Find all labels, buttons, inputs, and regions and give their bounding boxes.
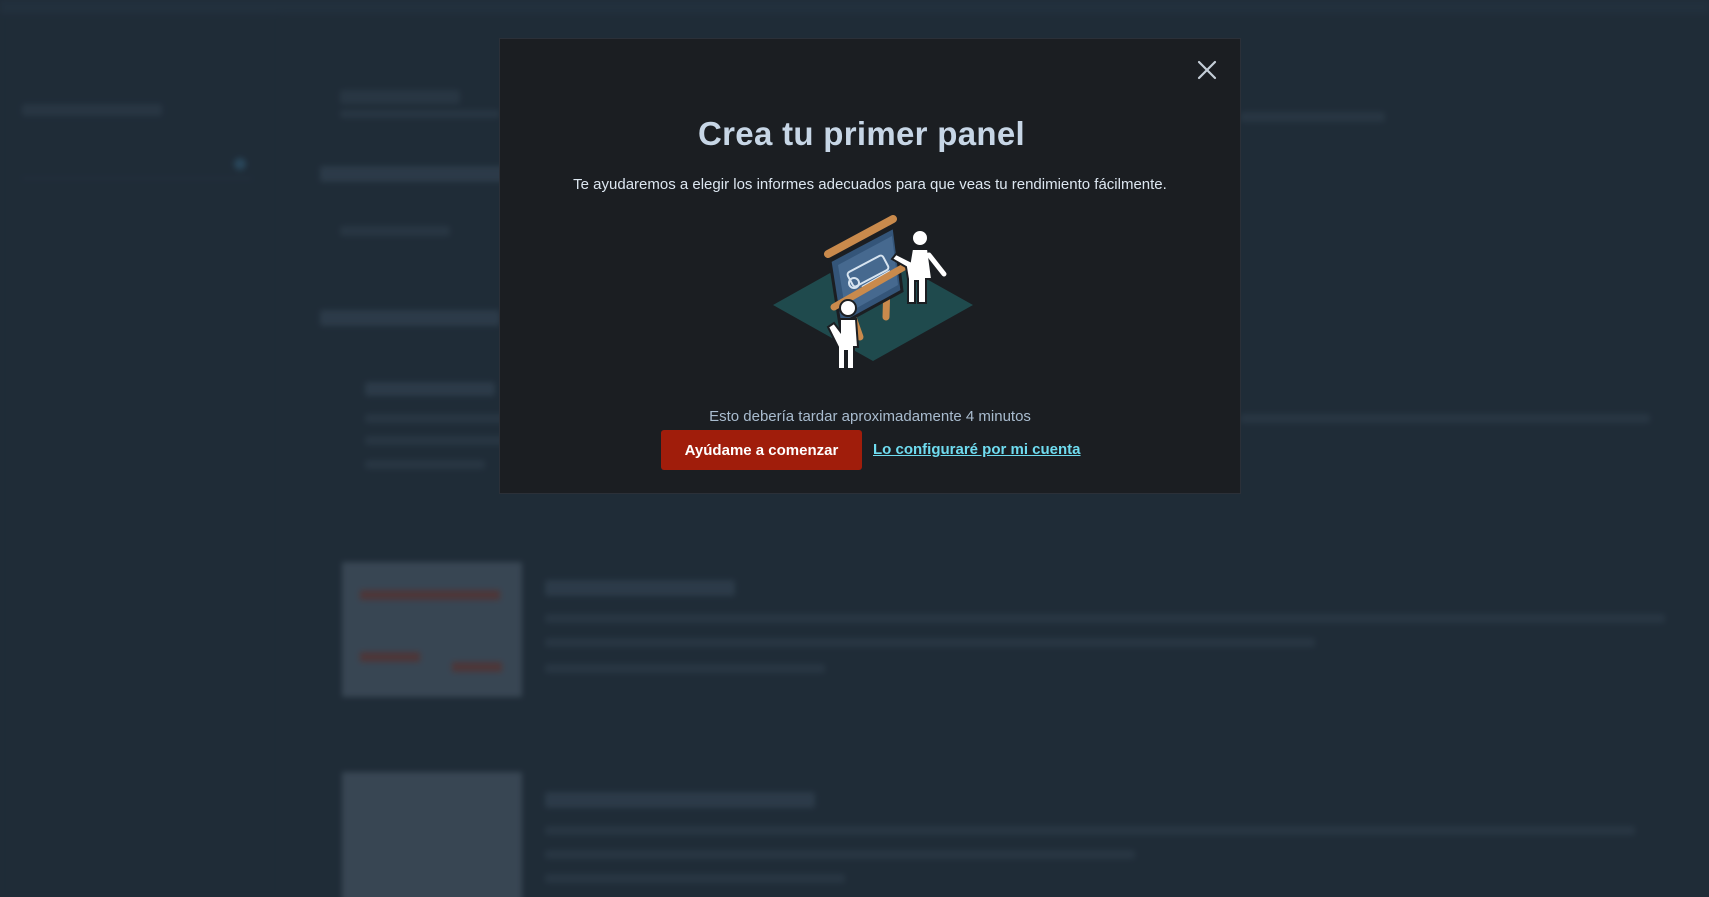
onboarding-modal: Crea tu primer panel Te ayudaremos a ele… xyxy=(499,38,1241,494)
help-me-start-button[interactable]: Ayúdame a comenzar xyxy=(661,430,862,470)
modal-subtitle: Te ayudaremos a elegir los informes adec… xyxy=(573,176,1167,193)
modal-title: Crea tu primer panel xyxy=(698,115,1025,152)
close-icon xyxy=(1197,60,1217,80)
time-estimate-note: Esto debería tardar aproximadamente 4 mi… xyxy=(709,408,1031,425)
presentation-board-icon xyxy=(773,215,973,370)
close-button[interactable] xyxy=(1194,57,1220,83)
configure-myself-link[interactable]: Lo configuraré por mi cuenta xyxy=(873,441,1081,458)
page: Crea tu primer panel Te ayudaremos a ele… xyxy=(0,0,1709,897)
